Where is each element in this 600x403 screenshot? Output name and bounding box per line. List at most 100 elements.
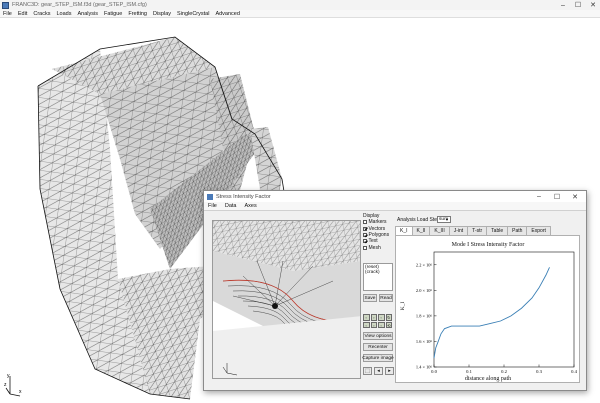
tab-k2[interactable]: K_II (411, 226, 431, 235)
close-icon: ✕ (572, 193, 578, 201)
chart-xlabel: distance along path (465, 376, 511, 382)
view-top-icon[interactable]: ▫ (363, 321, 370, 328)
mesh-label: Mesh (368, 244, 381, 251)
navigation-controls: ⬚ ◂ ▸ (363, 367, 396, 375)
menu-singlecrystal[interactable]: SingleCrystal (174, 11, 212, 17)
minimize-button[interactable]: – (556, 0, 570, 10)
view-front-icon[interactable]: ▫ (363, 314, 370, 321)
checkbox-icon (363, 220, 367, 225)
checkbox-checked-icon (363, 226, 367, 231)
x-tick-label: 0.4 (571, 369, 577, 374)
y-tick-label: 1.8 × 10⁶ (416, 313, 433, 318)
reset-view-icon[interactable]: ⟲ (385, 321, 392, 328)
dialog-app-icon (207, 193, 213, 200)
x-tick-label: 0.3 (536, 369, 542, 374)
dialog-maximize-button[interactable]: ☐ (550, 191, 564, 202)
checkbox-checked-icon (363, 239, 367, 244)
menu-advanced[interactable]: Advanced (212, 11, 242, 17)
dialog-close-button[interactable]: ✕ (568, 191, 582, 202)
view-iso-icon[interactable]: ▫ (378, 321, 385, 328)
axis-triad-icon: y x z (4, 373, 22, 397)
text-label: Text (368, 238, 378, 245)
main-menubar: File Edit Cracks Loads Analysis Fatigue … (0, 10, 600, 18)
y-tick-label: 1.6 × 10⁶ (416, 339, 433, 344)
crack-list[interactable]: (reset) (crack) (363, 263, 393, 291)
sif-menu-axes[interactable]: Axes (241, 203, 261, 209)
markers-label: Markers (368, 219, 387, 226)
menu-cracks[interactable]: Cracks (30, 11, 53, 17)
tab-k3[interactable]: K_III (429, 226, 450, 235)
tab-k1[interactable]: K_I (395, 226, 413, 235)
svg-text:z: z (4, 382, 7, 388)
sif-menubar: File Data Axes (204, 202, 586, 211)
sif-dialog-title: Stress Intensity Factor (216, 193, 271, 200)
rotate-icon[interactable]: ↻ (385, 314, 392, 321)
sif-titlebar: Stress Intensity Factor – ☐ ✕ (204, 191, 586, 202)
x-tick-label: 0.2 (501, 369, 507, 374)
capture-image-button[interactable]: Capture image (362, 354, 394, 362)
sif-menu-data[interactable]: Data (221, 203, 241, 209)
save-button[interactable]: Save (363, 294, 377, 302)
read-button[interactable]: Read (379, 294, 393, 302)
step-forward-icon[interactable]: ▸ (385, 367, 394, 375)
menu-loads[interactable]: Loads (53, 11, 74, 17)
vectors-label: Vectors (368, 225, 386, 232)
minimize-icon: – (561, 1, 565, 9)
sif-plot-panel[interactable]: Mode I Stress Intensity Factor distance … (395, 235, 580, 383)
menu-edit[interactable]: Edit (15, 11, 30, 17)
recenter-button[interactable]: Recenter (363, 343, 393, 351)
view-toolbar: ▫ ▫ ▫ ↻ ▫ ▫ ▫ ⟲ (363, 314, 393, 328)
window-title: FRANC3D: gear_STEP_ISM.f3d (gear_STEP_IS… (12, 2, 147, 8)
checkbox-checked-icon (363, 232, 367, 237)
menu-display[interactable]: Display (150, 11, 174, 17)
crack-front-mesh (213, 221, 360, 378)
menu-file[interactable]: File (0, 11, 15, 17)
tab-export[interactable]: Export (526, 226, 551, 235)
result-tabs: K_I K_II K_III J-int T-str Table Path Ex… (395, 226, 551, 235)
sif-dialog: Stress Intensity Factor – ☐ ✕ File Data … (203, 190, 587, 391)
svg-text:x: x (19, 389, 22, 395)
select-icon[interactable]: ⬚ (363, 367, 372, 375)
x-tick-label: 0.1 (466, 369, 472, 374)
x-tick-label: 0.0 (431, 369, 437, 374)
chart-ylabel: K_I (400, 302, 406, 311)
maximize-icon: ☐ (553, 193, 561, 201)
close-icon: ✕ (590, 2, 596, 9)
svg-text:y: y (7, 373, 10, 379)
maximize-button[interactable]: ☐ (571, 0, 585, 10)
chart-title: Mode I Stress Intensity Factor (452, 242, 525, 248)
view-side-icon[interactable]: ▫ (378, 314, 385, 321)
menu-fretting[interactable]: Fretting (125, 11, 150, 17)
analysis-step-select[interactable]: sum ▼ (437, 216, 451, 223)
polygons-label: Polygons (368, 231, 390, 238)
menu-fatigue[interactable]: Fatigue (101, 11, 125, 17)
main-titlebar: FRANC3D: gear_STEP_ISM.f3d (gear_STEP_IS… (0, 0, 600, 10)
checkbox-icon (363, 245, 367, 250)
tab-j-int[interactable]: J-int (448, 226, 469, 235)
app-icon (2, 1, 9, 9)
y-tick-label: 2.2 × 10⁶ (416, 262, 433, 267)
tab-t-str[interactable]: T-str (467, 226, 488, 235)
dialog-minimize-button[interactable]: – (532, 191, 546, 202)
analysis-step-label: Analysis Load Step (397, 217, 440, 223)
tab-table[interactable]: Table (486, 226, 509, 235)
view-back-icon[interactable]: ▫ (370, 314, 377, 321)
series-line-k1 (433, 267, 550, 359)
crack-preview-viewport[interactable] (212, 220, 361, 379)
tab-path[interactable]: Path (507, 226, 528, 235)
view-options-button[interactable]: View options (363, 332, 393, 340)
sif-menu-file[interactable]: File (204, 203, 221, 209)
minimize-icon: – (537, 193, 541, 200)
step-back-icon[interactable]: ◂ (374, 367, 383, 375)
view-bottom-icon[interactable]: ▫ (370, 321, 377, 328)
y-tick-label: 2.0 × 10⁶ (416, 288, 433, 293)
display-panel: Display Markers Vectors Polygons Text Me… (362, 213, 396, 383)
sif-chart: Mode I Stress Intensity Factor distance … (400, 242, 578, 382)
mesh-checkbox[interactable]: Mesh (363, 245, 393, 251)
chevron-down-icon: ▼ (445, 217, 449, 222)
menu-analysis[interactable]: Analysis (74, 11, 100, 17)
list-item[interactable]: (crack) (365, 270, 391, 275)
plot-frame (433, 251, 575, 368)
close-button[interactable]: ✕ (586, 0, 600, 10)
y-tick-label: 1.4 × 10⁶ (416, 365, 433, 370)
